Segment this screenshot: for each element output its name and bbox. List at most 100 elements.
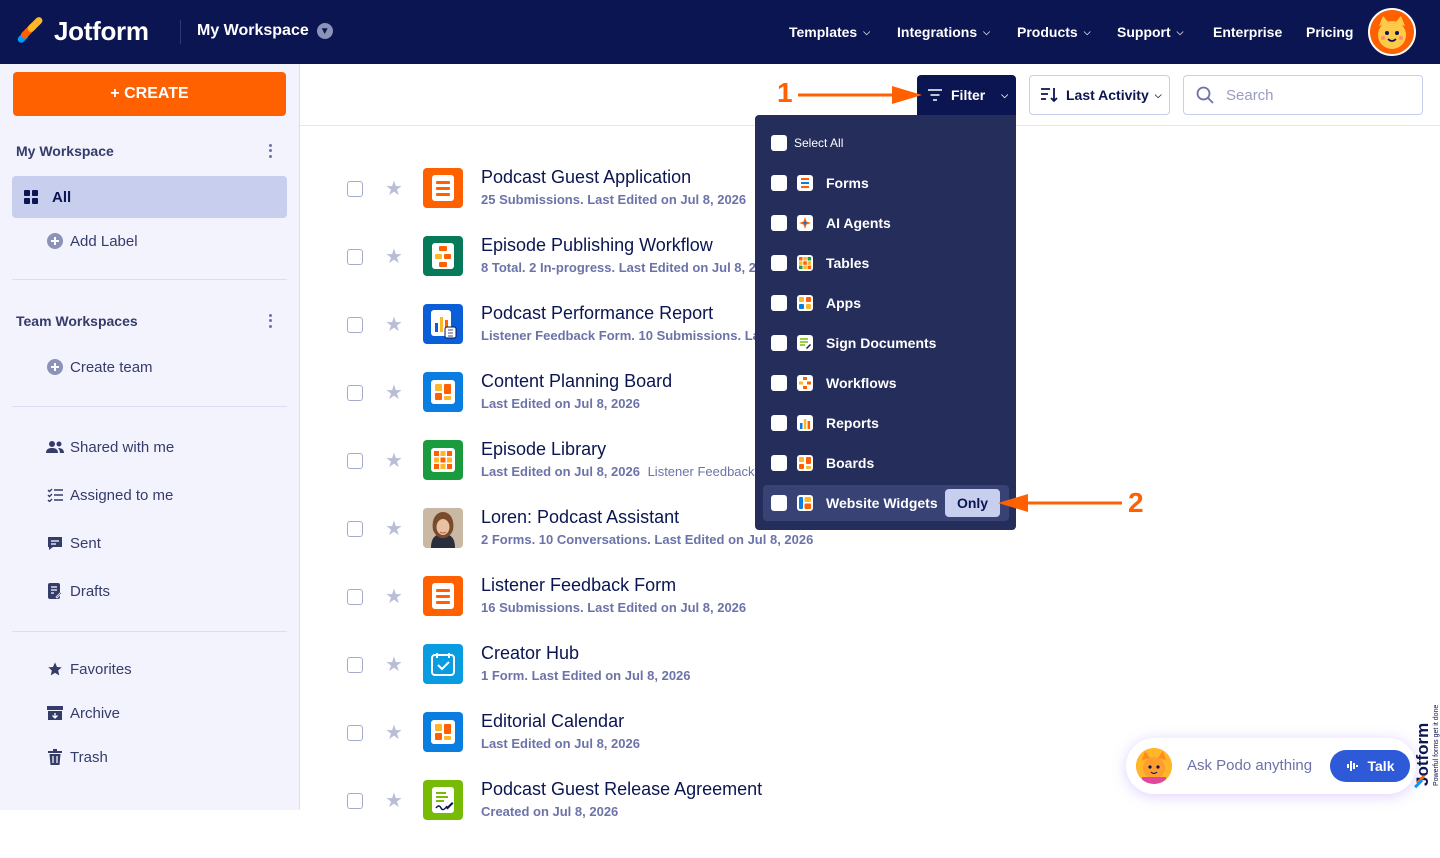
ask-podo-widget[interactable]: Ask Podo anything Talk bbox=[1126, 738, 1416, 794]
list-item[interactable]: ★ Creator Hub 1 Form. Last Edited on Jul… bbox=[300, 643, 1440, 722]
filter-option-workflows[interactable]: Workflows bbox=[763, 365, 1009, 401]
item-title[interactable]: Creator Hub bbox=[481, 643, 579, 664]
nav-templates[interactable]: Templates ⌵ bbox=[789, 24, 870, 40]
sidebar-item-all[interactable]: All bbox=[12, 176, 287, 218]
item-title[interactable]: Content Planning Board bbox=[481, 371, 672, 392]
sort-dropdown[interactable]: Last Activity ⌵ bbox=[1029, 75, 1170, 115]
star-icon[interactable]: ★ bbox=[385, 448, 403, 473]
filter-option-website-widgets[interactable]: Website Widgets Only bbox=[763, 485, 1009, 521]
checkbox[interactable] bbox=[771, 135, 787, 151]
item-title[interactable]: Episode Library bbox=[481, 439, 606, 460]
sidebar-item-trash[interactable]: Trash bbox=[12, 736, 287, 778]
checkbox[interactable] bbox=[771, 295, 787, 311]
sidebar-item-favorites[interactable]: Favorites bbox=[12, 648, 287, 690]
filter-option-label: Website Widgets bbox=[826, 495, 938, 511]
nav-enterprise[interactable]: Enterprise bbox=[1213, 24, 1282, 40]
workspace-switcher[interactable]: My Workspace ▼ bbox=[197, 22, 333, 40]
item-title[interactable]: Podcast Guest Release Agreement bbox=[481, 779, 762, 800]
sidebar-item-assigned[interactable]: Assigned to me bbox=[12, 474, 287, 516]
star-icon[interactable]: ★ bbox=[385, 244, 403, 269]
chevron-down-icon: ⌵ bbox=[1154, 89, 1162, 100]
user-avatar[interactable] bbox=[1368, 8, 1416, 56]
item-title[interactable]: Podcast Performance Report bbox=[481, 303, 713, 324]
form-icon bbox=[423, 168, 463, 208]
checkbox[interactable] bbox=[771, 175, 787, 191]
row-checkbox[interactable] bbox=[347, 521, 363, 537]
checkbox[interactable] bbox=[771, 335, 787, 351]
filter-option-apps[interactable]: Apps bbox=[763, 285, 1009, 321]
only-button[interactable]: Only bbox=[945, 489, 1000, 517]
chevron-down-icon: ⌵ bbox=[1001, 89, 1009, 100]
item-title[interactable]: Loren: Podcast Assistant bbox=[481, 507, 679, 528]
nav-support[interactable]: Support ⌵ bbox=[1117, 24, 1183, 40]
filter-option-forms[interactable]: Forms bbox=[763, 165, 1009, 201]
sign-documents-icon bbox=[797, 335, 813, 351]
row-checkbox[interactable] bbox=[347, 453, 363, 469]
star-icon[interactable]: ★ bbox=[385, 176, 403, 201]
star-icon[interactable]: ★ bbox=[385, 584, 403, 609]
create-button[interactable]: + CREATE bbox=[13, 72, 286, 116]
row-checkbox[interactable] bbox=[347, 181, 363, 197]
checkbox[interactable] bbox=[771, 415, 787, 431]
filter-option-sign-documents[interactable]: Sign Documents bbox=[763, 325, 1009, 361]
divider bbox=[12, 279, 287, 280]
star-icon[interactable]: ★ bbox=[385, 652, 403, 677]
filter-button[interactable]: Filter ⌵ bbox=[917, 75, 1016, 115]
star-icon[interactable]: ★ bbox=[385, 312, 403, 337]
item-title[interactable]: Listener Feedback Form bbox=[481, 575, 676, 596]
checkbox[interactable] bbox=[771, 375, 787, 391]
sidebar-item-archive[interactable]: Archive bbox=[12, 692, 287, 734]
sort-icon bbox=[1040, 87, 1058, 103]
list-item[interactable]: ★ Podcast Guest Release Agreement Create… bbox=[300, 779, 1440, 858]
search-input[interactable] bbox=[1226, 86, 1396, 104]
sidebar-item-drafts[interactable]: Drafts bbox=[12, 570, 287, 612]
nav-integrations[interactable]: Integrations ⌵ bbox=[897, 24, 990, 40]
filter-option-tables[interactable]: Tables bbox=[763, 245, 1009, 281]
checkbox[interactable] bbox=[771, 255, 787, 271]
workspace-more-icon[interactable] bbox=[266, 143, 274, 159]
checkbox[interactable] bbox=[771, 495, 787, 511]
item-subtitle: 1 Form. Last Edited on Jul 8, 2026 bbox=[481, 668, 691, 683]
star-icon[interactable]: ★ bbox=[385, 516, 403, 541]
checkbox[interactable] bbox=[771, 455, 787, 471]
row-checkbox[interactable] bbox=[347, 249, 363, 265]
sidebar-item-label: Add Label bbox=[70, 232, 138, 250]
assistant-prompt[interactable]: Ask Podo anything bbox=[1187, 757, 1312, 774]
filter-option-select-all[interactable]: Select All bbox=[763, 125, 1009, 161]
forms-icon bbox=[797, 175, 813, 191]
row-checkbox[interactable] bbox=[347, 725, 363, 741]
nav-products[interactable]: Products ⌵ bbox=[1017, 24, 1091, 40]
row-checkbox[interactable] bbox=[347, 657, 363, 673]
team-more-icon[interactable] bbox=[266, 313, 274, 329]
item-title[interactable]: Podcast Guest Application bbox=[481, 167, 691, 188]
talk-button[interactable]: Talk bbox=[1330, 750, 1410, 782]
jotform-logo[interactable]: Jotform bbox=[16, 15, 149, 47]
chevron-down-icon: ⌵ bbox=[983, 26, 990, 37]
sidebar-item-sent[interactable]: Sent bbox=[12, 522, 287, 564]
star-icon[interactable]: ★ bbox=[385, 380, 403, 405]
list-item[interactable]: ★ Listener Feedback Form 16 Submissions.… bbox=[300, 575, 1440, 654]
search-field[interactable] bbox=[1183, 75, 1423, 115]
row-checkbox[interactable] bbox=[347, 317, 363, 333]
filter-option-ai-agents[interactable]: AI Agents bbox=[763, 205, 1009, 241]
row-checkbox[interactable] bbox=[347, 793, 363, 809]
star-icon[interactable]: ★ bbox=[385, 788, 403, 813]
item-title[interactable]: Episode Publishing Workflow bbox=[481, 235, 713, 256]
nav-label: Templates bbox=[789, 24, 858, 40]
star-icon[interactable]: ★ bbox=[385, 720, 403, 745]
filter-option-reports[interactable]: Reports bbox=[763, 405, 1009, 441]
apps-icon bbox=[797, 295, 813, 311]
create-team-button[interactable]: Create team bbox=[12, 346, 287, 388]
filter-option-boards[interactable]: Boards bbox=[763, 445, 1009, 481]
sidebar-item-shared[interactable]: Shared with me bbox=[12, 426, 287, 468]
tables-icon bbox=[797, 255, 813, 271]
add-label-button[interactable]: Add Label bbox=[12, 220, 287, 262]
checkbox[interactable] bbox=[771, 215, 787, 231]
row-checkbox[interactable] bbox=[347, 385, 363, 401]
grid-icon bbox=[22, 189, 40, 205]
nav-pricing[interactable]: Pricing bbox=[1306, 24, 1353, 40]
jotform-logo-icon bbox=[16, 15, 44, 46]
sidebar-item-label: Archive bbox=[70, 704, 121, 722]
item-title[interactable]: Editorial Calendar bbox=[481, 711, 624, 732]
row-checkbox[interactable] bbox=[347, 589, 363, 605]
